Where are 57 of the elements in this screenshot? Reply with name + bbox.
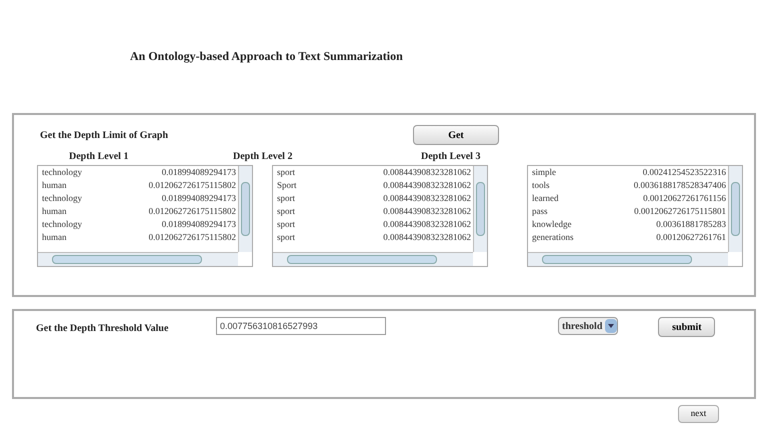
horizontal-scrollbar[interactable] — [528, 252, 728, 266]
vertical-scrollbar[interactable] — [238, 166, 252, 252]
list-box[interactable]: technology 0.018994089294173 human 0.012062726175115802 technology 0.018994089294173 human 0.012062726175115802 technology 0.018994089294173 human 0.012062726175115802 — [37, 165, 253, 267]
list-term: tools — [532, 179, 551, 192]
horizontal-scrollbar[interactable] — [38, 252, 238, 266]
list-term: sport — [277, 205, 296, 218]
list-value: 0.00120627261761156 — [643, 192, 726, 205]
list-value: 0.012062726175115802 — [148, 231, 236, 244]
list-box[interactable]: sport 0.008443908323281062 Sport 0.008443908323281062 sport 0.008443908323281062 sport 0.008443908323281062 sport 0.008443908323281062 sport 0.008443908323281062 — [272, 165, 488, 267]
depth-level-heading: Depth Level 1 — [69, 150, 130, 164]
page-title: An Ontology-based Approach to Text Summarization — [130, 49, 403, 63]
list-term: sport — [277, 218, 296, 231]
list-term: technology — [42, 192, 83, 205]
list-term: sport — [277, 231, 296, 244]
list-value: 0.012062726175115802 — [148, 205, 236, 218]
list-value: 0.00120627261761 — [656, 231, 726, 244]
list-value: 0.00241254523522316 — [642, 166, 726, 179]
submit-button[interactable]: submit — [658, 317, 716, 337]
list-term: human — [42, 231, 68, 244]
list-term: technology — [42, 166, 83, 179]
list-box[interactable]: simple 0.00241254523522316 tools 0.0036188178528347406 learned 0.00120627261761156 pass 0.0012062726175115801 knowledge 0.00361881785283 generations 0.00120627261761 — [527, 165, 743, 267]
list-term: knowledge — [532, 218, 572, 231]
depth-limit-label: Get the Depth Limit of Graph — [40, 128, 170, 142]
depth-level-heading: Depth Level 2 — [233, 150, 294, 164]
list-term: learned — [532, 192, 560, 205]
list-term: sport — [277, 192, 296, 205]
threshold-select[interactable]: threshold — [558, 317, 618, 335]
get-button[interactable]: Get — [413, 125, 499, 145]
horizontal-scrollbar[interactable] — [273, 252, 473, 266]
threshold-label: Get the Depth Threshold Value — [36, 322, 170, 336]
list-value: 0.008443908323281062 — [383, 205, 471, 218]
list-value: 0.008443908323281062 — [383, 231, 471, 244]
list-term: human — [42, 179, 68, 192]
list-value: 0.008443908323281062 — [383, 218, 471, 231]
list-term: Sport — [277, 179, 298, 192]
dropdown-arrow-icon — [605, 319, 618, 333]
list-value: 0.008443908323281062 — [383, 166, 471, 179]
list-value: 0.018994089294173 — [162, 218, 236, 231]
list-value: 0.008443908323281062 — [383, 179, 471, 192]
list-term: simple — [532, 166, 557, 179]
list-value: 0.008443908323281062 — [383, 192, 471, 205]
list-term: technology — [42, 218, 83, 231]
list-term: pass — [532, 205, 548, 218]
next-button[interactable]: next — [678, 405, 719, 423]
threshold-input[interactable]: 0.007756310816527993 — [216, 317, 386, 335]
vertical-scrollbar[interactable] — [728, 166, 742, 252]
depth-level-heading: Depth Level 3 — [421, 150, 482, 164]
list-value: 0.0012062726175115801 — [634, 205, 726, 218]
vertical-scrollbar[interactable] — [473, 166, 487, 252]
list-value: 0.0036188178528347406 — [634, 179, 726, 192]
list-value: 0.00361881785283 — [656, 218, 726, 231]
list-term: generations — [532, 231, 574, 244]
list-value: 0.018994089294173 — [162, 166, 236, 179]
list-term: human — [42, 205, 68, 218]
list-value: 0.018994089294173 — [162, 192, 236, 205]
list-term: sport — [277, 166, 296, 179]
list-value: 0.012062726175115802 — [148, 179, 236, 192]
